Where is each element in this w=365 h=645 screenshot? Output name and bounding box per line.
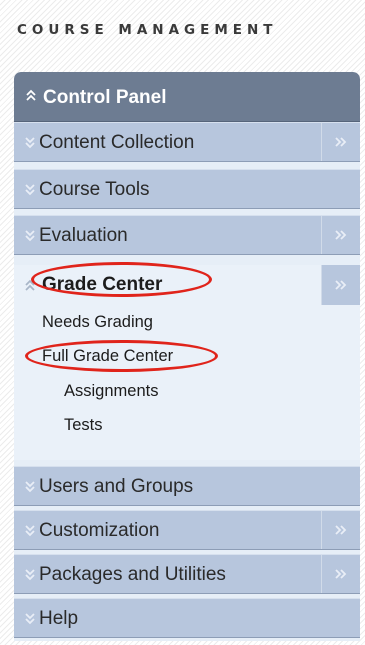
menu-item-label: Evaluation xyxy=(39,225,128,246)
double-chevron-right-icon xyxy=(335,280,347,290)
menu-item-label: Course Tools xyxy=(39,179,150,200)
submenu-link-needs-grading[interactable]: Needs Grading xyxy=(42,313,153,332)
expand-button[interactable] xyxy=(321,265,360,305)
menu-item-course-tools[interactable]: Course Tools xyxy=(14,169,360,209)
menu-item-evaluation[interactable]: Evaluation xyxy=(14,215,360,255)
menu-item-content-collection[interactable]: Content Collection xyxy=(14,122,360,162)
menu-item-users-and-groups[interactable]: Users and Groups xyxy=(14,466,360,506)
menu-item-label: Users and Groups xyxy=(39,476,194,497)
chevron-down-icon xyxy=(25,525,35,537)
chevron-up-icon xyxy=(25,279,35,291)
menu-item-label: Packages and Utilities xyxy=(39,564,226,585)
submenu-link-assignments[interactable]: Assignments xyxy=(64,382,158,401)
grade-center-section: Grade Center Needs Grading Full Grade Ce… xyxy=(14,265,360,460)
expand-button[interactable] xyxy=(321,555,360,593)
chevron-up-icon xyxy=(26,89,36,101)
menu-item-label: Help xyxy=(39,608,79,629)
expand-button[interactable] xyxy=(321,123,360,161)
chevron-down-icon xyxy=(25,613,35,625)
double-chevron-right-icon xyxy=(335,569,347,579)
course-management-title: COURSE MANAGEMENT xyxy=(17,22,278,38)
menu-item-help[interactable]: Help xyxy=(14,598,360,638)
chevron-down-icon xyxy=(25,481,35,493)
menu-item-label: Grade Center xyxy=(42,274,163,295)
expand-button[interactable] xyxy=(321,216,360,254)
menu-item-packages-and-utilities[interactable]: Packages and Utilities xyxy=(14,554,360,594)
menu-item-customization[interactable]: Customization xyxy=(14,510,360,550)
submenu-link-full-grade-center[interactable]: Full Grade Center xyxy=(42,347,173,366)
submenu-link-tests[interactable]: Tests xyxy=(64,416,103,435)
double-chevron-right-icon xyxy=(335,137,347,147)
menu-item-label: Customization xyxy=(39,520,160,541)
chevron-down-icon xyxy=(25,184,35,196)
chevron-down-icon xyxy=(25,230,35,242)
expand-button[interactable] xyxy=(321,511,360,549)
double-chevron-right-icon xyxy=(335,525,347,535)
chevron-down-icon xyxy=(25,137,35,149)
menu-item-label: Content Collection xyxy=(39,132,195,153)
control-panel-title: Control Panel xyxy=(43,87,167,108)
control-panel-header[interactable]: Control Panel xyxy=(14,72,360,122)
menu-item-grade-center[interactable]: Grade Center xyxy=(14,265,360,305)
chevron-down-icon xyxy=(25,569,35,581)
double-chevron-right-icon xyxy=(335,230,347,240)
control-panel: Control Panel Content Collection Course … xyxy=(14,72,360,641)
